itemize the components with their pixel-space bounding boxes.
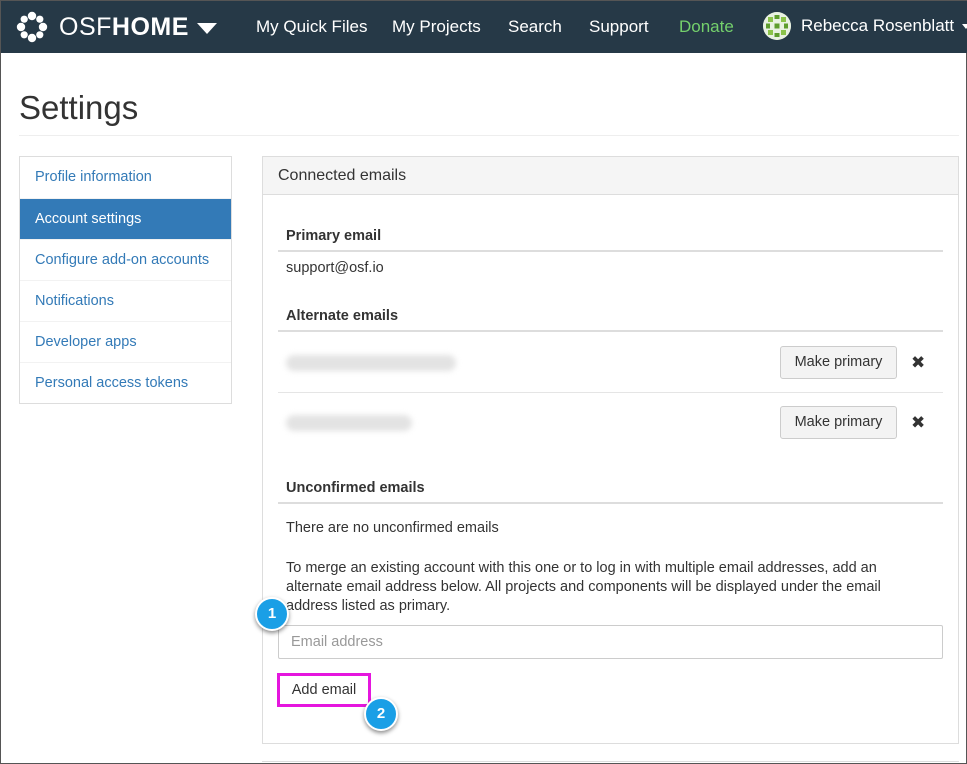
brand-home: HOME (111, 12, 189, 41)
caret-down-icon (962, 23, 967, 29)
alternate-emails-label: Alternate emails (286, 308, 399, 324)
top-navbar: OSFHOME My Quick Files My Projects Searc… (1, 1, 967, 53)
primary-email-value: support@osf.io (286, 260, 384, 276)
sidebar-item-developer-apps[interactable]: Developer apps (20, 321, 231, 362)
sidebar-item-personal-access-tokens[interactable]: Personal access tokens (20, 362, 231, 403)
title-divider (19, 135, 959, 136)
osf-home-brand[interactable]: OSFHOME (15, 9, 217, 45)
nav-donate[interactable]: Donate (679, 17, 734, 37)
caret-down-icon[interactable] (196, 22, 217, 34)
remove-email-icon[interactable]: ✖ (911, 353, 925, 373)
alternate-email-redacted (286, 355, 456, 371)
make-primary-button[interactable]: Make primary (780, 346, 897, 379)
email-row-divider (278, 392, 943, 393)
settings-sidebar: Profile information Account settings Con… (19, 156, 232, 404)
panel-heading: Connected emails (263, 157, 958, 195)
sidebar-item-notifications[interactable]: Notifications (20, 280, 231, 321)
avatar (763, 12, 791, 40)
remove-email-icon[interactable]: ✖ (911, 413, 925, 433)
unconfirmed-emails-divider (278, 502, 943, 504)
brand-label: OSFHOME (59, 13, 189, 42)
unconfirmed-emails-label: Unconfirmed emails (286, 480, 425, 496)
primary-email-divider (278, 250, 943, 252)
sidebar-item-profile-information[interactable]: Profile information (20, 157, 231, 198)
sidebar-item-configure-add-on-accounts[interactable]: Configure add-on accounts (20, 239, 231, 280)
nav-my-projects[interactable]: My Projects (392, 17, 481, 37)
brand-osf: OSF (59, 12, 112, 41)
user-name: Rebecca Rosenblatt (801, 16, 955, 35)
add-email-button[interactable]: Add email (277, 673, 371, 707)
user-menu[interactable]: Rebecca Rosenblatt (763, 12, 967, 40)
callout-badge-2: 2 (364, 697, 398, 731)
panel-bottom-edge (262, 761, 959, 762)
page-title: Settings (19, 89, 139, 126)
alternate-email-redacted (286, 415, 412, 431)
unconfirmed-emails-empty: There are no unconfirmed emails (286, 520, 499, 536)
make-primary-button[interactable]: Make primary (780, 406, 897, 439)
primary-email-label: Primary email (286, 228, 382, 244)
nav-search[interactable]: Search (508, 17, 562, 37)
nav-support[interactable]: Support (589, 17, 649, 37)
sidebar-item-account-settings[interactable]: Account settings (20, 198, 231, 239)
osf-logo-icon (16, 11, 48, 43)
merge-help-text: To merge an existing account with this o… (286, 560, 881, 614)
email-address-input[interactable] (278, 625, 943, 659)
alternate-emails-divider (278, 330, 943, 332)
callout-badge-1: 1 (255, 597, 289, 631)
nav-my-quick-files[interactable]: My Quick Files (256, 17, 367, 37)
